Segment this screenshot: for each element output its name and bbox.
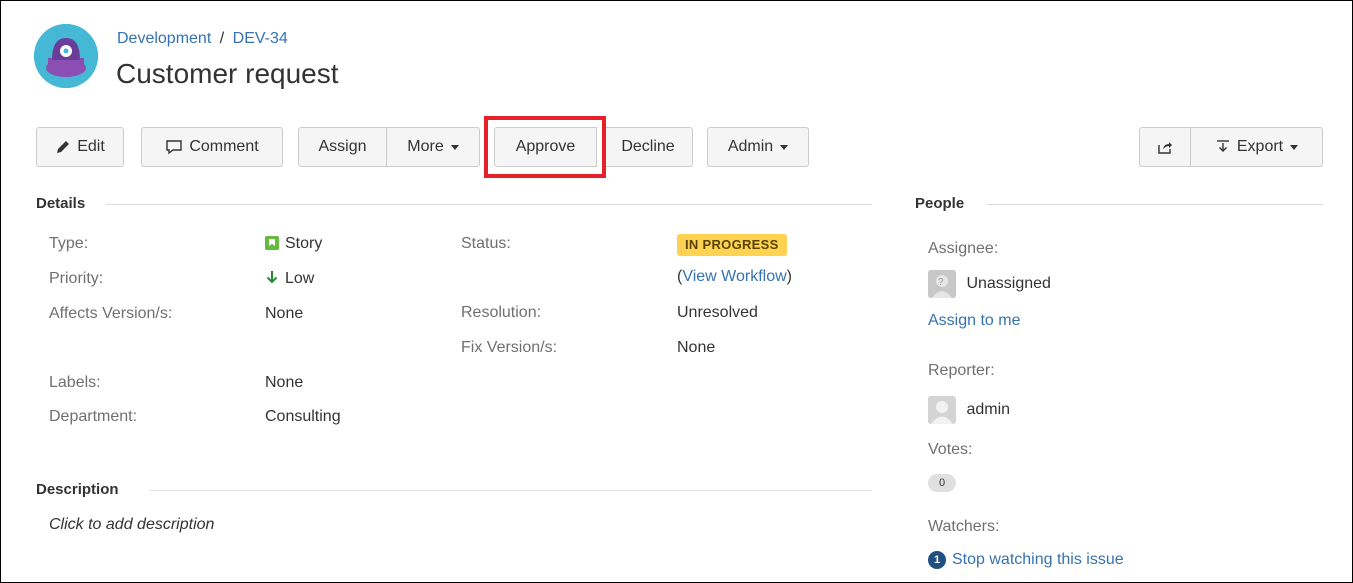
- more-label: More: [407, 138, 444, 155]
- stop-watching-link[interactable]: Stop watching this issue: [952, 551, 1124, 568]
- comment-button[interactable]: Comment: [141, 127, 283, 167]
- svg-text:?: ?: [938, 277, 944, 288]
- breadcrumb-issue-link[interactable]: DEV-34: [233, 30, 288, 47]
- details-heading: Details: [36, 195, 86, 212]
- assignee-value: ? Unassigned: [928, 270, 1051, 298]
- watchers-value: 1 Stop watching this issue: [928, 551, 1124, 569]
- people-divider: [987, 204, 1323, 205]
- edit-label: Edit: [77, 138, 105, 155]
- comment-icon: [166, 140, 183, 155]
- type-value-text: Story: [285, 235, 323, 252]
- labels-label: Labels:: [49, 374, 101, 391]
- share-icon: [1158, 142, 1172, 154]
- priority-label: Priority:: [49, 270, 104, 287]
- export-icon: [1216, 140, 1229, 152]
- status-label: Status:: [461, 235, 511, 252]
- chevron-down-icon: [1290, 144, 1299, 150]
- reporter-name[interactable]: admin: [966, 401, 1010, 418]
- watchers-label: Watchers:: [928, 518, 1000, 535]
- breadcrumb: Development / DEV-34: [117, 30, 288, 48]
- decline-button[interactable]: Decline: [603, 127, 693, 167]
- reporter-value: admin: [928, 396, 1010, 424]
- people-heading: People: [915, 195, 965, 212]
- page-title: Customer request: [116, 58, 339, 89]
- chevron-down-icon: [780, 144, 789, 150]
- fix-version-value[interactable]: None: [677, 339, 715, 357]
- status-badge: IN PROGRESS: [677, 234, 787, 256]
- type-label: Type:: [49, 235, 89, 252]
- department-value[interactable]: Consulting: [265, 408, 341, 426]
- decline-label: Decline: [621, 138, 675, 155]
- department-label: Department:: [49, 408, 138, 425]
- votes-label: Votes:: [928, 441, 973, 458]
- labels-value[interactable]: None: [265, 374, 303, 392]
- breadcrumb-project-link[interactable]: Development: [117, 30, 211, 47]
- affects-version-value: None: [265, 305, 304, 322]
- assign-to-me-link[interactable]: Assign to me: [928, 312, 1020, 330]
- assignee-name: Unassigned: [966, 275, 1051, 293]
- assignee-label: Assignee:: [928, 240, 999, 257]
- arrow-down-icon: [266, 271, 278, 284]
- more-button[interactable]: More: [386, 127, 480, 167]
- fix-version-label: Fix Version/s:: [461, 339, 558, 356]
- watchers-count-badge[interactable]: 1: [928, 551, 946, 569]
- assign-label: Assign: [318, 138, 367, 155]
- story-icon: [265, 236, 279, 250]
- priority-value-text: Low: [285, 270, 315, 287]
- reporter-label: Reporter:: [928, 362, 995, 379]
- edit-button[interactable]: Edit: [36, 127, 124, 167]
- priority-value: Low: [265, 270, 314, 288]
- description-placeholder[interactable]: Click to add description: [49, 516, 214, 534]
- affects-version-label: Affects Version/s:: [49, 305, 173, 322]
- type-value: Story: [265, 235, 322, 253]
- assign-button[interactable]: Assign: [298, 127, 387, 167]
- resolution-label: Resolution:: [461, 304, 542, 321]
- description-divider: [150, 490, 872, 491]
- approve-highlight-box: [484, 116, 606, 178]
- comment-label: Comment: [189, 138, 259, 155]
- votes-count-badge[interactable]: 0: [928, 474, 956, 492]
- view-workflow: (View Workflow): [677, 268, 792, 286]
- workflow-paren-close: ): [786, 268, 792, 285]
- admin-label: Admin: [727, 138, 774, 155]
- export-button[interactable]: Export: [1190, 127, 1323, 167]
- pencil-icon: [57, 141, 70, 153]
- share-button[interactable]: [1139, 127, 1191, 167]
- description-heading: Description: [36, 481, 119, 498]
- resolution-value: Unresolved: [677, 304, 758, 321]
- unassigned-avatar-icon: ?: [928, 270, 956, 298]
- project-avatar[interactable]: [34, 24, 98, 88]
- breadcrumb-separator: /: [219, 30, 225, 47]
- view-workflow-link[interactable]: View Workflow: [682, 268, 786, 285]
- admin-button[interactable]: Admin: [707, 127, 809, 167]
- export-label: Export: [1236, 138, 1284, 155]
- reporter-avatar-icon: [928, 396, 956, 424]
- chevron-down-icon: [450, 144, 459, 150]
- details-divider: [106, 204, 872, 205]
